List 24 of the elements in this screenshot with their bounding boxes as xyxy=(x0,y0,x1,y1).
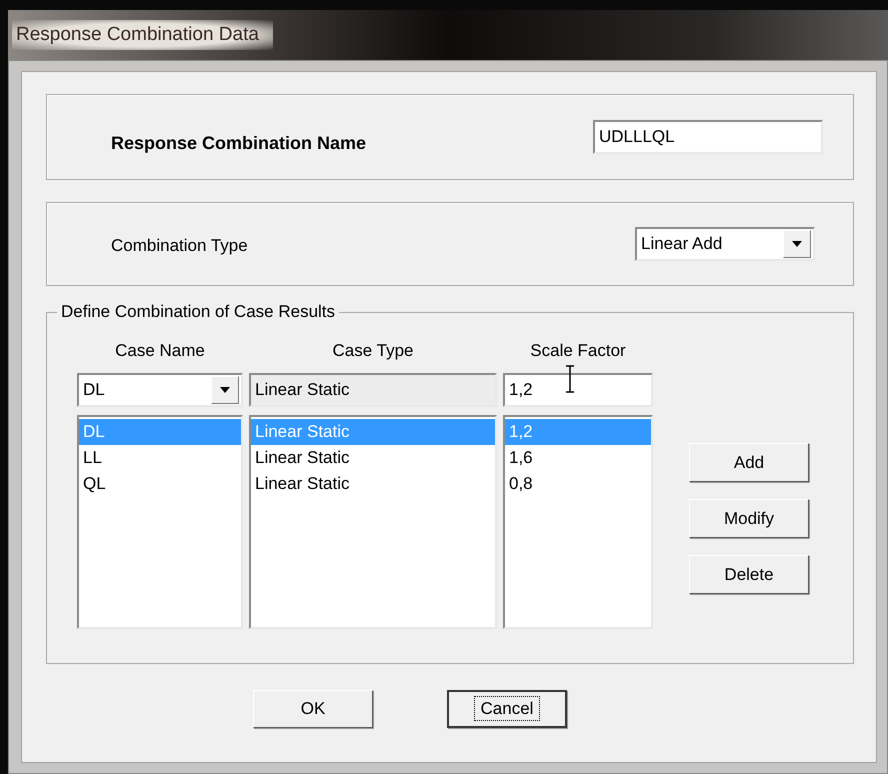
case-name-dropdown[interactable]: DL xyxy=(77,373,243,407)
column-header: Case Type xyxy=(332,341,414,362)
list-item[interactable]: QL xyxy=(79,471,241,497)
type-label: Combination Type xyxy=(111,236,248,256)
action-button[interactable]: Delete xyxy=(689,555,809,594)
dropdown-arrow-icon xyxy=(220,387,230,393)
list-item[interactable]: Linear Static xyxy=(251,445,495,471)
dropdown-arrow-icon xyxy=(792,241,802,247)
text-cursor-icon xyxy=(565,365,575,393)
action-button[interactable]: Modify xyxy=(689,499,809,538)
action-button[interactable]: Add xyxy=(689,443,809,482)
case-type-field: Linear Static xyxy=(249,373,497,407)
combination-type-dropdown[interactable]: Linear Add xyxy=(635,227,815,261)
column-header: Case Name xyxy=(114,341,206,362)
name-field[interactable]: UDLLLQL xyxy=(593,120,823,154)
list-item[interactable]: 1,6 xyxy=(505,445,651,471)
list-item[interactable]: LL xyxy=(79,445,241,471)
dialog-button[interactable]: OK xyxy=(253,690,373,728)
list-item[interactable]: Linear Static xyxy=(251,471,495,497)
column-header: Scale Factor xyxy=(529,341,627,362)
name-label: Response Combination Name xyxy=(111,132,366,154)
window-title: Response Combination Data xyxy=(12,20,273,50)
dialog-button[interactable]: Cancel xyxy=(447,690,567,728)
list-item[interactable]: 0,8 xyxy=(505,471,651,497)
